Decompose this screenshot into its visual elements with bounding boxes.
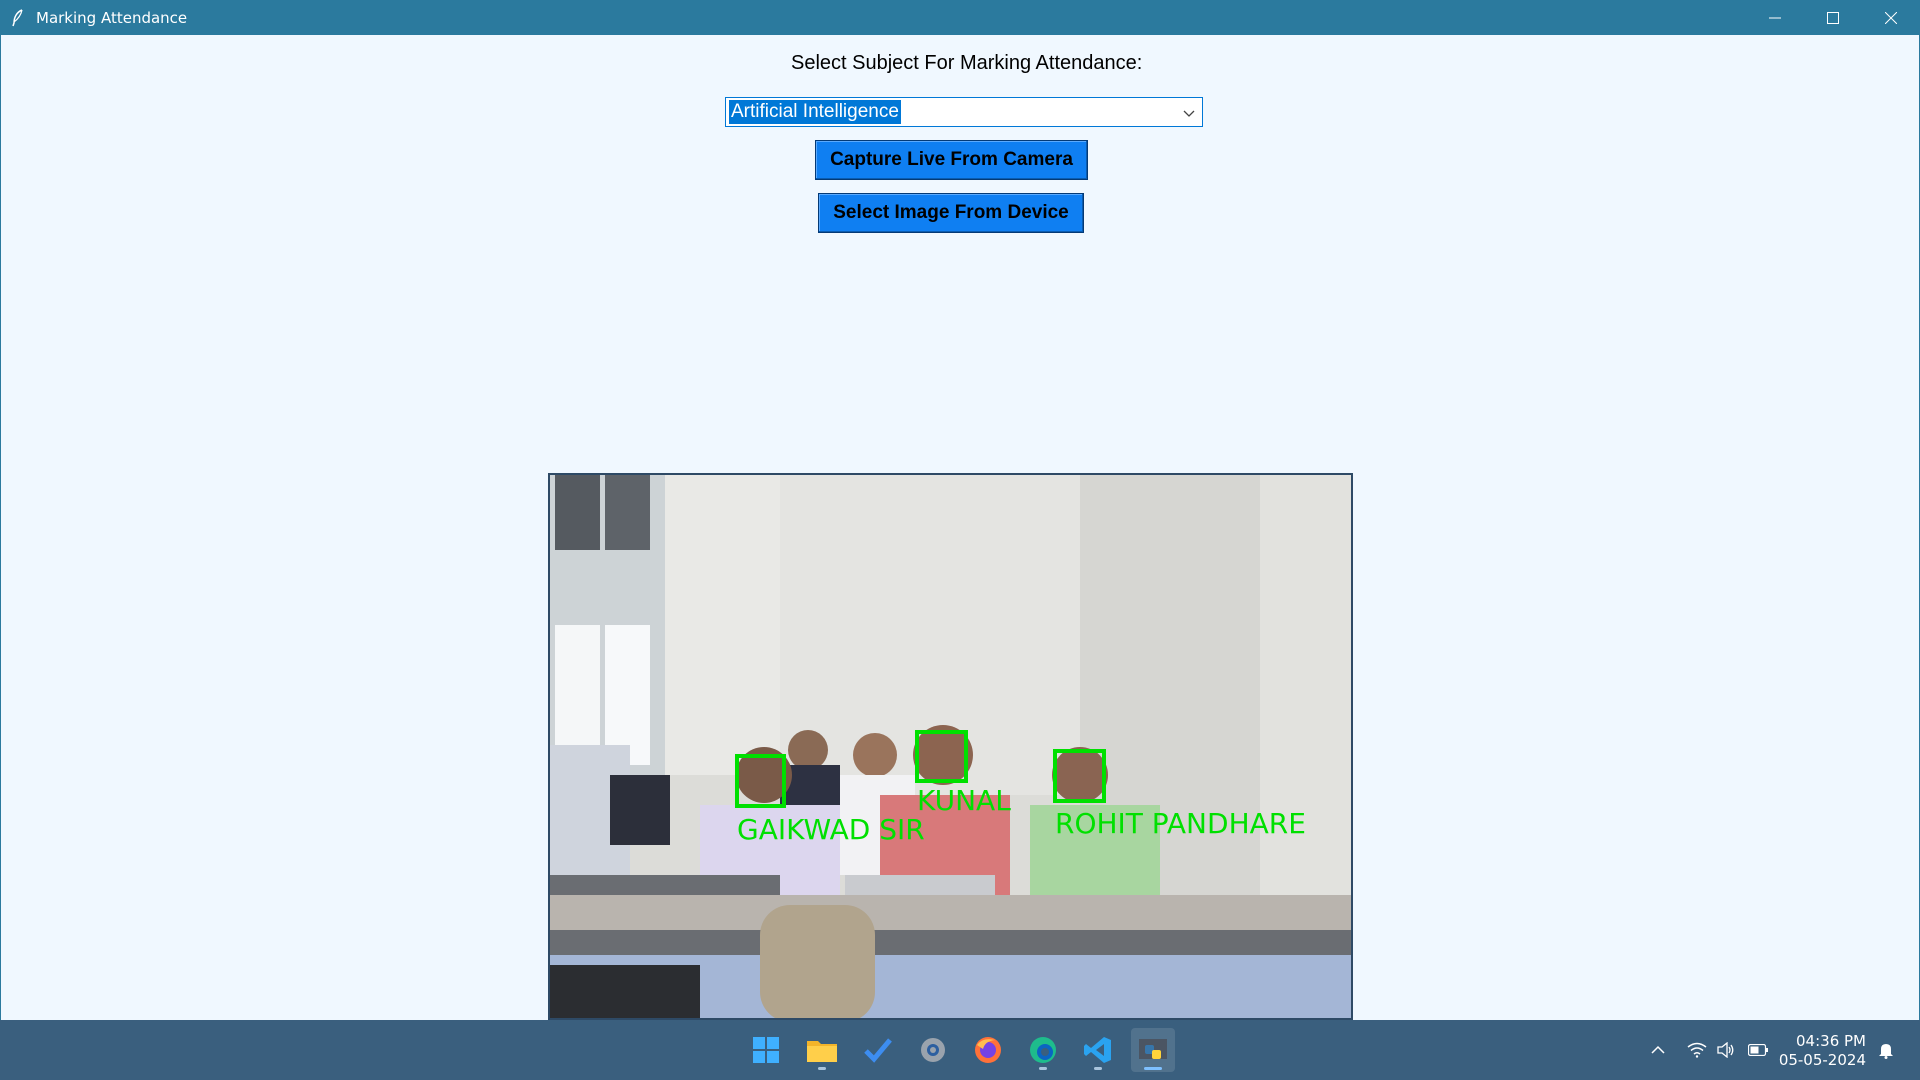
- windows-start-icon[interactable]: [744, 1028, 788, 1072]
- select-image-button[interactable]: Select Image From Device: [818, 193, 1084, 233]
- python-icon[interactable]: [1131, 1028, 1175, 1072]
- taskbar: 04:36 PM 05-05-2024: [0, 1020, 1920, 1080]
- minimize-icon: [1769, 17, 1781, 18]
- close-icon: [1885, 11, 1897, 24]
- chevron-up-icon[interactable]: [1645, 1020, 1671, 1080]
- chevron-down-icon: [1183, 110, 1195, 117]
- firefox-icon[interactable]: [966, 1028, 1010, 1072]
- notification-bell-icon[interactable]: [1874, 1020, 1898, 1080]
- file-explorer-icon[interactable]: [800, 1028, 844, 1072]
- volume-icon[interactable]: [1713, 1020, 1739, 1080]
- minimize-button[interactable]: [1746, 0, 1804, 35]
- feather-icon: [0, 0, 36, 35]
- face-label: KUNAL: [917, 784, 1011, 817]
- edge-icon[interactable]: [1021, 1028, 1065, 1072]
- clock-time: 04:36 PM: [1796, 1032, 1866, 1050]
- capture-live-button[interactable]: Capture Live From Camera: [815, 140, 1088, 180]
- vscode-icon[interactable]: [1076, 1028, 1120, 1072]
- system-clock[interactable]: 04:36 PM 05-05-2024: [1779, 1032, 1866, 1070]
- settings-icon[interactable]: [911, 1028, 955, 1072]
- wifi-icon[interactable]: [1684, 1020, 1710, 1080]
- clock-date: 05-05-2024: [1778, 1051, 1866, 1069]
- battery-icon[interactable]: [1744, 1020, 1772, 1080]
- maximize-icon: [1827, 11, 1839, 24]
- face-label: ROHIT PANDHARE: [1055, 807, 1306, 840]
- title-bar: Marking Attendance: [0, 0, 1920, 35]
- window-title: Marking Attendance: [36, 8, 188, 27]
- face-label: GAIKWAD SIR: [737, 813, 925, 846]
- subject-dropdown[interactable]: Artificial Intelligence: [725, 97, 1203, 127]
- close-button[interactable]: [1862, 0, 1920, 35]
- maximize-button[interactable]: [1804, 0, 1862, 35]
- subject-label: Select Subject For Marking Attendance:: [791, 52, 1143, 74]
- attendance-photo: GAIKWAD SIR KUNAL ROHIT PANDHARE: [548, 473, 1353, 1020]
- subject-selected-value: Artificial Intelligence: [729, 100, 901, 124]
- window-content: Select Subject For Marking Attendance: A…: [0, 35, 1920, 1020]
- todo-icon[interactable]: [856, 1028, 900, 1072]
